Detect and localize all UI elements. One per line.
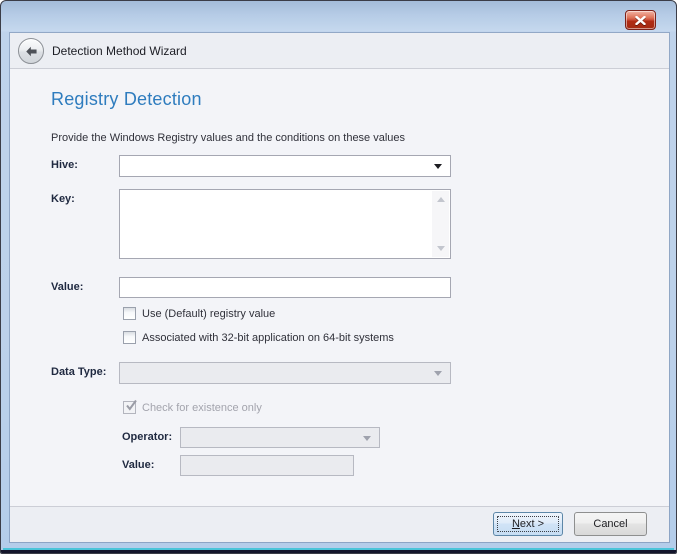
hive-combobox[interactable]: [119, 155, 451, 177]
next-button[interactable]: Next >: [493, 512, 563, 536]
value2-label: Value:: [122, 459, 154, 471]
cancel-button[interactable]: Cancel: [574, 512, 647, 536]
existence-only-checkbox-label: Check for existence only: [142, 402, 262, 414]
key-textarea[interactable]: [119, 189, 451, 259]
wizard-window: Detection Method Wizard Registry Detecti…: [0, 0, 677, 554]
wizard-title: Detection Method Wizard: [52, 33, 187, 69]
existence-only-checkbox-row: Check for existence only: [123, 401, 262, 414]
cancel-button-label: Cancel: [593, 518, 627, 530]
value-input[interactable]: [119, 277, 451, 298]
use-default-checkbox[interactable]: [123, 307, 136, 320]
close-icon: [635, 16, 646, 25]
key-label: Key:: [51, 193, 75, 205]
back-button[interactable]: [18, 38, 44, 64]
existence-only-checkbox: [123, 401, 136, 414]
use-default-checkbox-label: Use (Default) registry value: [142, 308, 275, 320]
assoc-32bit-checkbox-label: Associated with 32-bit application on 64…: [142, 332, 394, 344]
checkmark-icon: [125, 398, 138, 412]
operator-combobox: [180, 427, 380, 448]
scroll-up-icon: [437, 197, 445, 202]
operator-label: Operator:: [122, 431, 172, 443]
data-type-combobox: [119, 362, 451, 384]
page-description: Provide the Windows Registry values and …: [51, 132, 405, 144]
key-scrollbar: [432, 191, 449, 257]
data-type-label: Data Type:: [51, 366, 106, 378]
data-type-dropdown-arrow-icon: [434, 371, 442, 376]
value-label: Value:: [51, 281, 83, 293]
use-default-checkbox-row[interactable]: Use (Default) registry value: [123, 307, 275, 320]
scroll-down-icon: [437, 246, 445, 251]
dialog-client-area: Detection Method Wizard Registry Detecti…: [10, 33, 669, 542]
assoc-32bit-checkbox-row[interactable]: Associated with 32-bit application on 64…: [123, 331, 394, 344]
frame-bottom-edge: [1, 550, 676, 553]
assoc-32bit-checkbox[interactable]: [123, 331, 136, 344]
next-button-mnemonic: N: [512, 518, 520, 530]
next-button-label: ext >: [520, 518, 544, 530]
value2-input: [180, 455, 354, 476]
page-title: Registry Detection: [51, 89, 202, 110]
hive-dropdown-arrow-icon: [434, 164, 442, 169]
close-button[interactable]: [625, 10, 656, 30]
back-arrow-icon: [24, 44, 39, 59]
operator-dropdown-arrow-icon: [363, 436, 371, 441]
hive-label: Hive:: [51, 159, 78, 171]
wizard-footer: [10, 506, 669, 542]
